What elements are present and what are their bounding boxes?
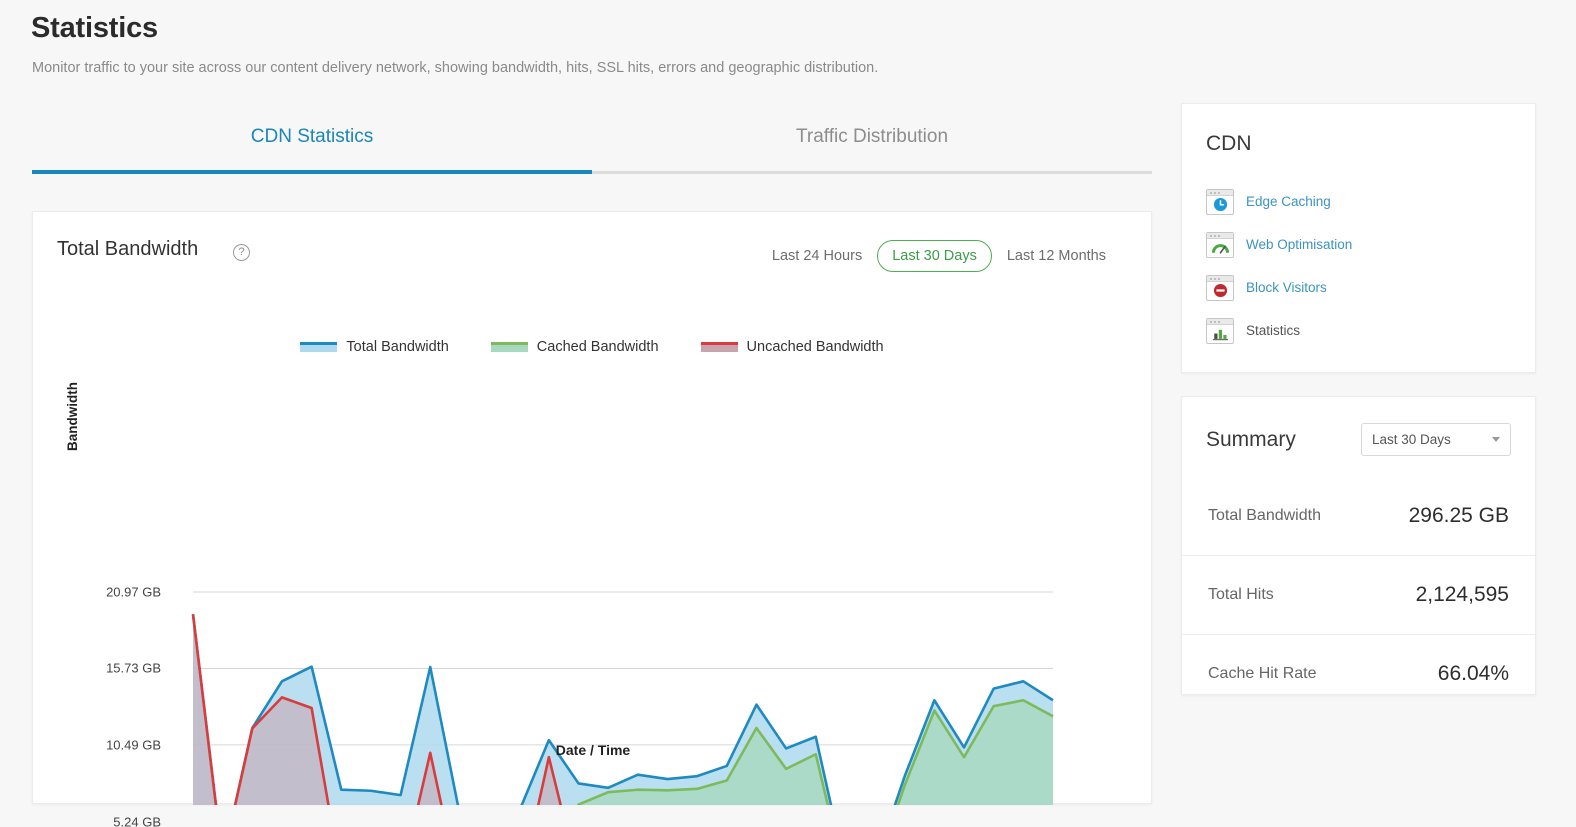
cdn-item-web-optimisation[interactable]: Web Optimisation — [1206, 223, 1516, 266]
summary-row-value: 66.04% — [1437, 662, 1509, 685]
page-title: Statistics — [31, 12, 158, 44]
summary-panel: Summary Last 30 Days Total Bandwidth 296.… — [1181, 396, 1536, 695]
summary-row: Total Bandwidth 296.25 GB — [1182, 476, 1535, 555]
summary-row: Total Hits 2,124,595 — [1182, 555, 1535, 634]
clock-icon — [1206, 188, 1234, 215]
gauge-icon — [1206, 231, 1234, 258]
summary-header: Summary Last 30 Days — [1206, 423, 1511, 456]
cdn-item-label: Statistics — [1246, 323, 1301, 338]
cdn-link-list: Edge Caching Web Optimisation Block Visito… — [1206, 180, 1516, 352]
tab-traffic-distribution[interactable]: Traffic Distribution — [592, 112, 1152, 171]
summary-row: Cache Hit Rate 66.04% — [1182, 634, 1535, 713]
summary-row-value: 2,124,595 — [1415, 583, 1509, 606]
x-axis-ticks: 9/310/311/312/313/314/315/316/317/318/31… — [33, 212, 1153, 805]
summary-row-key: Cache Hit Rate — [1208, 665, 1317, 682]
chart-plot-area: Bandwidth 0 B5.24 GB10.49 GB15.73 GB20.9… — [33, 212, 1153, 827]
page-subtitle: Monitor traffic to your site across our … — [32, 60, 879, 76]
no-entry-icon — [1206, 274, 1234, 301]
summary-row-value: 296.25 GB — [1408, 503, 1509, 527]
cdn-item-block-visitors[interactable]: Block Visitors — [1206, 266, 1516, 309]
cdn-panel-title: CDN — [1206, 132, 1252, 155]
cdn-item-label: Block Visitors — [1246, 280, 1327, 295]
cdn-item-label: Edge Caching — [1246, 194, 1331, 209]
tab-bar: CDN Statistics Traffic Distribution — [32, 112, 1152, 174]
cdn-panel: CDN Edge Caching Web Optimisation Block Vi… — [1181, 103, 1536, 373]
cdn-item-label: Web Optimisation — [1246, 237, 1353, 252]
summary-row-key: Total Bandwidth — [1208, 506, 1321, 524]
cdn-item-edge-caching[interactable]: Edge Caching — [1206, 180, 1516, 223]
chevron-down-icon — [1492, 437, 1500, 442]
tab-label: CDN Statistics — [250, 126, 374, 147]
tab-cdn-statistics[interactable]: CDN Statistics — [32, 112, 592, 174]
bar-chart-icon — [1206, 317, 1234, 344]
summary-range-select[interactable]: Last 30 Days — [1361, 423, 1511, 456]
y-tick-label: 5.24 GB — [113, 814, 161, 827]
cdn-item-statistics[interactable]: Statistics — [1206, 309, 1516, 352]
summary-title: Summary — [1206, 427, 1296, 451]
summary-range-value: Last 30 Days — [1372, 432, 1451, 447]
summary-row-key: Total Hits — [1208, 586, 1274, 603]
bandwidth-chart-card: Total Bandwidth ? Last 24 Hours Last 30 D… — [32, 211, 1153, 827]
tab-label: Traffic Distribution — [795, 126, 949, 147]
summary-rows: Total Bandwidth 296.25 GB Total Hits 2,124,… — [1182, 476, 1535, 694]
statistics-page: Statistics Monitor traffic to your site … — [0, 0, 1576, 827]
x-axis-title: Date / Time — [555, 742, 631, 758]
